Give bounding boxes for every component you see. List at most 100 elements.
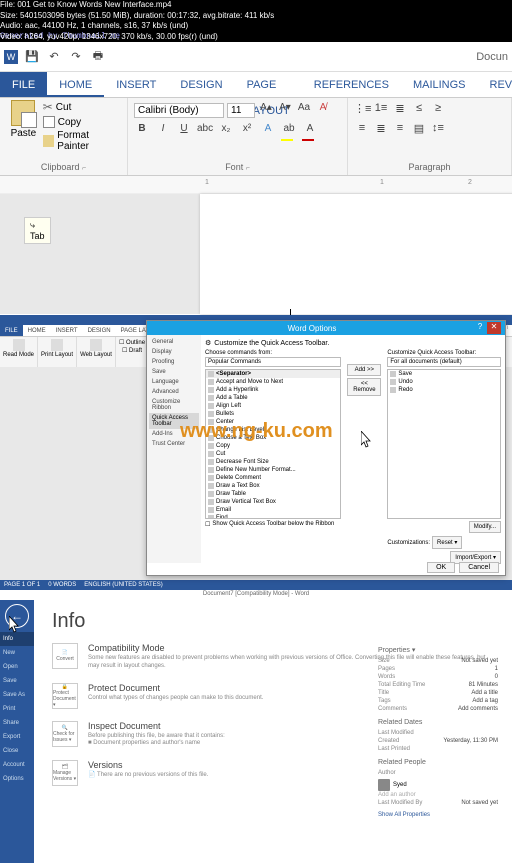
command-list-item[interactable]: Align Left xyxy=(206,402,340,410)
dialog-sidebar-item[interactable]: Language xyxy=(149,377,199,387)
command-list-item[interactable]: Add a Table xyxy=(206,394,340,402)
property-value[interactable]: Add a tag xyxy=(472,698,498,704)
add-button[interactable]: Add >> xyxy=(347,364,381,376)
read-mode-button[interactable]: Read Mode xyxy=(0,337,38,367)
font-launcher-icon[interactable]: ⌐ xyxy=(246,165,250,172)
dialog-sidebar-item[interactable]: Proofing xyxy=(149,357,199,367)
qat-undo-icon[interactable]: ↶ xyxy=(46,49,62,65)
command-list-item[interactable]: Delete Comment xyxy=(206,474,340,482)
show-all-properties-link[interactable]: Show All Properties xyxy=(378,812,430,818)
multilevel-icon[interactable]: ≣ xyxy=(392,102,408,118)
property-value[interactable]: 0 xyxy=(495,674,498,680)
numbering-icon[interactable]: 1≡ xyxy=(373,102,389,118)
command-list-item[interactable]: Find xyxy=(206,514,340,519)
cancel-button[interactable]: Cancel xyxy=(459,562,499,573)
cut-button[interactable]: ✂Cut xyxy=(43,100,121,114)
command-list-item[interactable]: Add a Hyperlink xyxy=(206,386,340,394)
command-list-item[interactable]: Draw Vertical Text Box xyxy=(206,498,340,506)
text-effects-icon[interactable]: A xyxy=(260,123,276,139)
document-page[interactable] xyxy=(200,194,512,314)
decrease-indent-icon[interactable]: ≤ xyxy=(411,102,427,118)
tab-insert[interactable]: INSERT xyxy=(104,72,168,97)
tab-design[interactable]: DESIGN xyxy=(168,72,234,97)
backstage-sidebar-item[interactable]: Save As xyxy=(0,688,34,702)
document-area[interactable]: ⤷ Tab xyxy=(0,194,512,314)
dialog-close-icon[interactable]: ✕ xyxy=(487,322,501,334)
remove-button[interactable]: << Remove xyxy=(347,378,381,396)
qat-list-item[interactable]: Undo xyxy=(388,378,500,386)
dialog-sidebar-item[interactable]: Display xyxy=(149,347,199,357)
web-layout-button[interactable]: Web Layout xyxy=(77,337,116,367)
align-left-icon[interactable]: ≡ xyxy=(354,122,370,138)
font-color-button[interactable]: A xyxy=(302,123,318,139)
command-list-item[interactable]: Accept and Move to Next xyxy=(206,378,340,386)
italic-button[interactable]: I xyxy=(155,123,171,139)
subscript-button[interactable]: x₂ xyxy=(218,123,234,139)
dialog-sidebar-item[interactable]: Save xyxy=(149,367,199,377)
print-layout-button[interactable]: Print Layout xyxy=(38,337,77,367)
commands-list[interactable]: <Separator>Accept and Move to NextAdd a … xyxy=(205,369,341,519)
highlight-button[interactable]: ab xyxy=(281,123,297,139)
copy-button[interactable]: Copy xyxy=(43,116,121,128)
property-value[interactable]: Not saved yet xyxy=(461,658,498,664)
command-list-item[interactable]: Bullets xyxy=(206,410,340,418)
clipboard-launcher-icon[interactable]: ⌐ xyxy=(82,165,86,172)
property-value[interactable]: 81 Minutes xyxy=(469,682,498,688)
property-value[interactable]: 1 xyxy=(495,666,498,672)
backstage-sidebar-item[interactable]: Open xyxy=(0,660,34,674)
command-list-item[interactable]: Choose a Text Box xyxy=(206,434,340,442)
tab-home[interactable]: HOME xyxy=(47,72,104,97)
modify-button[interactable]: Modify... xyxy=(469,521,501,533)
qat-redo-icon[interactable]: ↷ xyxy=(68,49,84,65)
property-value[interactable]: Add a title xyxy=(471,690,498,696)
command-list-item[interactable]: Copy xyxy=(206,442,340,450)
tab-review[interactable]: REVIEW xyxy=(478,72,512,97)
grow-font-icon[interactable]: A▴ xyxy=(258,102,274,118)
qat-list-item[interactable]: Redo xyxy=(388,386,500,394)
backstage-sidebar-item[interactable]: Account xyxy=(0,758,34,772)
bold-button[interactable]: B xyxy=(134,123,150,139)
shrink-font-icon[interactable]: A▾ xyxy=(277,102,293,118)
qat-print-icon[interactable]: 🖶 xyxy=(90,49,106,65)
property-value[interactable]: Add comments xyxy=(458,706,498,712)
command-list-item[interactable]: Draw Table xyxy=(206,490,340,498)
manage-versions-button[interactable]: 🗂Manage Versions ▾ xyxy=(52,760,78,786)
justify-icon[interactable]: ▤ xyxy=(411,122,427,138)
author-entry[interactable]: Syed xyxy=(378,779,498,791)
backstage-sidebar-item[interactable]: Options xyxy=(0,772,34,786)
underline-button[interactable]: U xyxy=(176,123,192,139)
add-author-link[interactable]: Add an author xyxy=(378,792,416,798)
dialog-sidebar-item[interactable]: Advanced xyxy=(149,387,199,397)
tab-page-layout[interactable]: PAGE LAYOUT xyxy=(235,72,302,97)
align-center-icon[interactable]: ≣ xyxy=(373,122,389,138)
horizontal-ruler[interactable]: 1 1 2 xyxy=(0,176,512,194)
dialog-title-bar[interactable]: Word Options ? ✕ xyxy=(147,321,505,335)
outline-button[interactable]: ☐ Outline xyxy=(119,339,145,346)
draft-button[interactable]: ☐ Draft xyxy=(122,347,142,354)
p2-tab-insert[interactable]: INSERT xyxy=(51,325,83,336)
command-list-item[interactable]: Define New Number Format... xyxy=(206,466,340,474)
paste-button[interactable]: Paste xyxy=(6,100,41,152)
dialog-help-icon[interactable]: ? xyxy=(473,322,487,334)
command-list-item[interactable]: Change List Level xyxy=(206,426,340,434)
convert-button[interactable]: 📄Convert xyxy=(52,643,78,669)
show-qat-below-checkbox[interactable]: ☐ Show Quick Access Toolbar below the Ri… xyxy=(205,521,341,528)
bullets-icon[interactable]: ⋮≡ xyxy=(354,102,370,118)
strikethrough-button[interactable]: abc xyxy=(197,123,213,139)
align-right-icon[interactable]: ≡ xyxy=(392,122,408,138)
line-spacing-icon[interactable]: ↕≡ xyxy=(430,122,446,138)
tab-file[interactable]: FILE xyxy=(0,72,47,97)
backstage-sidebar-item[interactable]: Export xyxy=(0,730,34,744)
command-list-item[interactable]: Center xyxy=(206,418,340,426)
format-painter-button[interactable]: Format Painter xyxy=(43,130,121,152)
command-list-item[interactable]: Draw a Text Box xyxy=(206,482,340,490)
increase-indent-icon[interactable]: ≥ xyxy=(430,102,446,118)
check-issues-button[interactable]: 🔍Check for Issues ▾ xyxy=(52,721,78,747)
command-list-item[interactable]: Decrease Font Size xyxy=(206,458,340,466)
superscript-button[interactable]: x² xyxy=(239,123,255,139)
properties-heading[interactable]: Properties ▾ xyxy=(378,646,498,654)
dialog-sidebar-item[interactable]: Add-Ins xyxy=(149,429,199,439)
p2-tab-design[interactable]: DESIGN xyxy=(83,325,116,336)
dialog-sidebar-item[interactable]: Quick Access Toolbar xyxy=(149,413,199,429)
dialog-sidebar-item[interactable]: Trust Center xyxy=(149,439,199,449)
